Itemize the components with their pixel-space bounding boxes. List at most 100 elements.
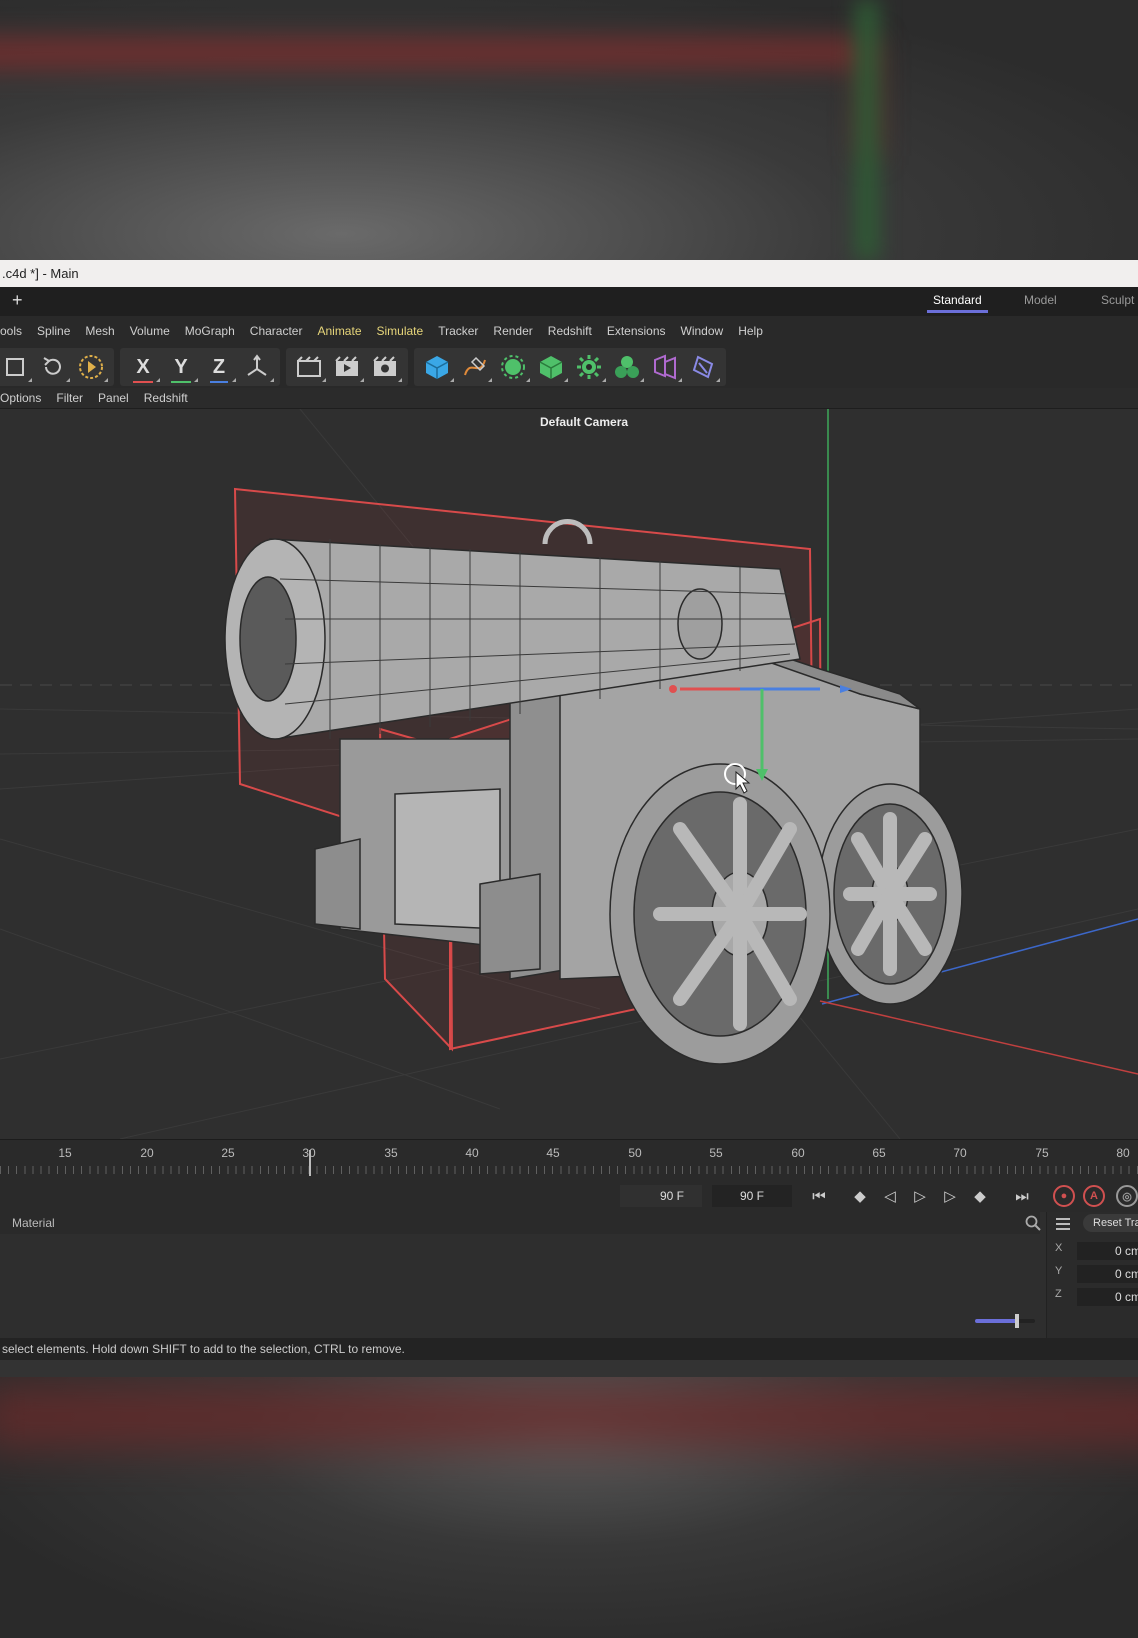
layout-tab-standard[interactable]: Standard	[927, 293, 988, 313]
axis-y-lock[interactable]: Y	[162, 349, 200, 385]
coord-x-field[interactable]: 0 cm	[1077, 1242, 1138, 1260]
tick-label: 65	[872, 1146, 886, 1160]
coord-x-row: X 0 cm	[1055, 1242, 1138, 1262]
axis-y-label: Y	[171, 356, 191, 383]
menu-mograph[interactable]: MoGraph	[185, 324, 235, 338]
viewport-menu-filter[interactable]: Filter	[56, 391, 83, 405]
menu-mesh[interactable]: Mesh	[85, 324, 114, 338]
menu-volume[interactable]: Volume	[130, 324, 170, 338]
go-to-start-icon[interactable]: ⏮	[807, 1185, 831, 1207]
tick-label: 20	[140, 1146, 154, 1160]
viewport-menu-redshift[interactable]: Redshift	[144, 391, 188, 405]
live-select-icon[interactable]	[72, 349, 110, 385]
playback-controls: 90 F 90 F ⏮ ◆ ◁ ▷ ▷ ◆ ⏭ ● A ◎	[0, 1180, 1138, 1212]
menu-extensions[interactable]: Extensions	[607, 324, 666, 338]
tick-label: 70	[953, 1146, 967, 1160]
autokey-icon[interactable]: A	[1083, 1185, 1105, 1207]
menu-character[interactable]: Character	[250, 324, 303, 338]
status-bar: select elements. Hold down SHIFT to add …	[0, 1338, 1138, 1360]
previous-key-icon[interactable]: ◆	[848, 1185, 872, 1207]
coord-y-label: Y	[1055, 1265, 1063, 1277]
search-icon[interactable]	[1025, 1215, 1041, 1231]
hamburger-menu-icon[interactable]	[1055, 1217, 1071, 1231]
add-tab-icon[interactable]: +	[12, 290, 23, 311]
toolbar-group-edit	[0, 348, 114, 386]
tick-label: 15	[58, 1146, 72, 1160]
tag-icon[interactable]	[684, 349, 722, 385]
coord-y-field[interactable]: 0 cm	[1077, 1265, 1138, 1283]
camera-label[interactable]: Default Camera	[540, 415, 628, 429]
coord-z-field[interactable]: 0 cm	[1077, 1288, 1138, 1306]
tick-label: 60	[791, 1146, 805, 1160]
blurred-red-outline	[0, 40, 878, 156]
menu-simulate[interactable]: Simulate	[377, 324, 424, 338]
viewport-menubar: Options Filter Panel Redshift	[0, 388, 1138, 409]
render-settings-icon[interactable]	[366, 349, 404, 385]
coord-z-row: Z 0 cm	[1055, 1288, 1138, 1308]
keyframe-settings-icon[interactable]: ◎	[1116, 1185, 1138, 1207]
layout-tab-model[interactable]: Model	[1024, 293, 1057, 307]
menu-spline[interactable]: Spline	[37, 324, 70, 338]
timeline-playhead[interactable]	[309, 1150, 311, 1176]
axis-x-lock[interactable]: X	[124, 349, 162, 385]
extrude-icon[interactable]	[532, 349, 570, 385]
menu-tracker[interactable]: Tracker	[438, 324, 478, 338]
coord-z-label: Z	[1055, 1288, 1062, 1300]
timeline-ruler[interactable]: 15 20 25 30 35 40 45 50 55 60 65 70 75 8…	[0, 1139, 1138, 1180]
coordinate-system-icon[interactable]	[238, 349, 276, 385]
select-tool-icon[interactable]	[0, 349, 34, 385]
field-icon[interactable]	[646, 349, 684, 385]
next-key-icon[interactable]: ◆	[968, 1185, 992, 1207]
render-picture-queue-icon[interactable]	[328, 349, 366, 385]
menu-render[interactable]: Render	[493, 324, 532, 338]
layout-tab-sculpt[interactable]: Sculpt	[1101, 293, 1134, 307]
reset-transform-button[interactable]: Reset Tra	[1083, 1214, 1138, 1232]
menu-animate[interactable]: Animate	[317, 324, 361, 338]
viewport-menu-panel[interactable]: Panel	[98, 391, 129, 405]
coord-x-label: X	[1055, 1242, 1063, 1254]
blurred-background-bottom	[0, 1377, 1138, 1638]
undo-icon[interactable]	[34, 349, 72, 385]
deformer-icon[interactable]	[570, 349, 608, 385]
toolbar-group-objects	[414, 348, 726, 386]
coordinates-panel: Reset Tra X 0 cm Y 0 cm Z 0 cm	[1046, 1212, 1138, 1338]
toolbar-group-render	[286, 348, 408, 386]
tick-label: 25	[221, 1146, 235, 1160]
mograph-cloner-icon[interactable]	[608, 349, 646, 385]
material-panel-title: Material	[12, 1216, 55, 1230]
tick-label: 35	[384, 1146, 398, 1160]
tick-label: 45	[546, 1146, 560, 1160]
coord-y-row: Y 0 cm	[1055, 1265, 1138, 1285]
pen-spline-icon[interactable]	[456, 349, 494, 385]
go-to-end-icon[interactable]: ⏭	[1010, 1185, 1034, 1207]
tick-label: 75	[1035, 1146, 1049, 1160]
cinema4d-window: .c4d *] - Main + Standard Model Sculpt o…	[0, 260, 1138, 1377]
previous-frame-icon[interactable]: ◁	[878, 1185, 902, 1207]
end-frame-field[interactable]: 90 F	[620, 1185, 702, 1207]
viewport-menu-options[interactable]: Options	[0, 391, 41, 405]
axis-z-lock[interactable]: Z	[200, 349, 238, 385]
slider-knob[interactable]	[1015, 1314, 1019, 1328]
3d-viewport[interactable]: Default Camera	[0, 409, 1138, 1139]
tick-label: 55	[709, 1146, 723, 1160]
timeline-ticks	[0, 1166, 1138, 1174]
subdivision-icon[interactable]	[494, 349, 532, 385]
menu-tools[interactable]: ools	[0, 324, 22, 338]
next-frame-icon[interactable]: ▷	[938, 1185, 962, 1207]
menu-window[interactable]: Window	[681, 324, 724, 338]
play-icon[interactable]: ▷	[908, 1185, 932, 1207]
current-frame-field[interactable]: 90 F	[712, 1185, 792, 1207]
cannon-scene	[0, 409, 1138, 1139]
main-toolbar: X Y Z	[0, 346, 1138, 388]
blurred-green-axis	[855, 0, 879, 260]
bottom-panel: Material Reset Tra X 0 cm Y 0 cm Z 0 cm	[0, 1212, 1138, 1338]
material-size-slider[interactable]	[975, 1314, 1035, 1328]
tick-label: 80	[1116, 1146, 1130, 1160]
record-keys-icon[interactable]: ●	[1053, 1185, 1075, 1207]
layout-tabs-bar: + Standard Model Sculpt	[0, 287, 1138, 316]
menu-redshift[interactable]: Redshift	[548, 324, 592, 338]
cube-primitive-icon[interactable]	[418, 349, 456, 385]
menu-help[interactable]: Help	[738, 324, 763, 338]
render-view-icon[interactable]	[290, 349, 328, 385]
tick-label: 40	[465, 1146, 479, 1160]
